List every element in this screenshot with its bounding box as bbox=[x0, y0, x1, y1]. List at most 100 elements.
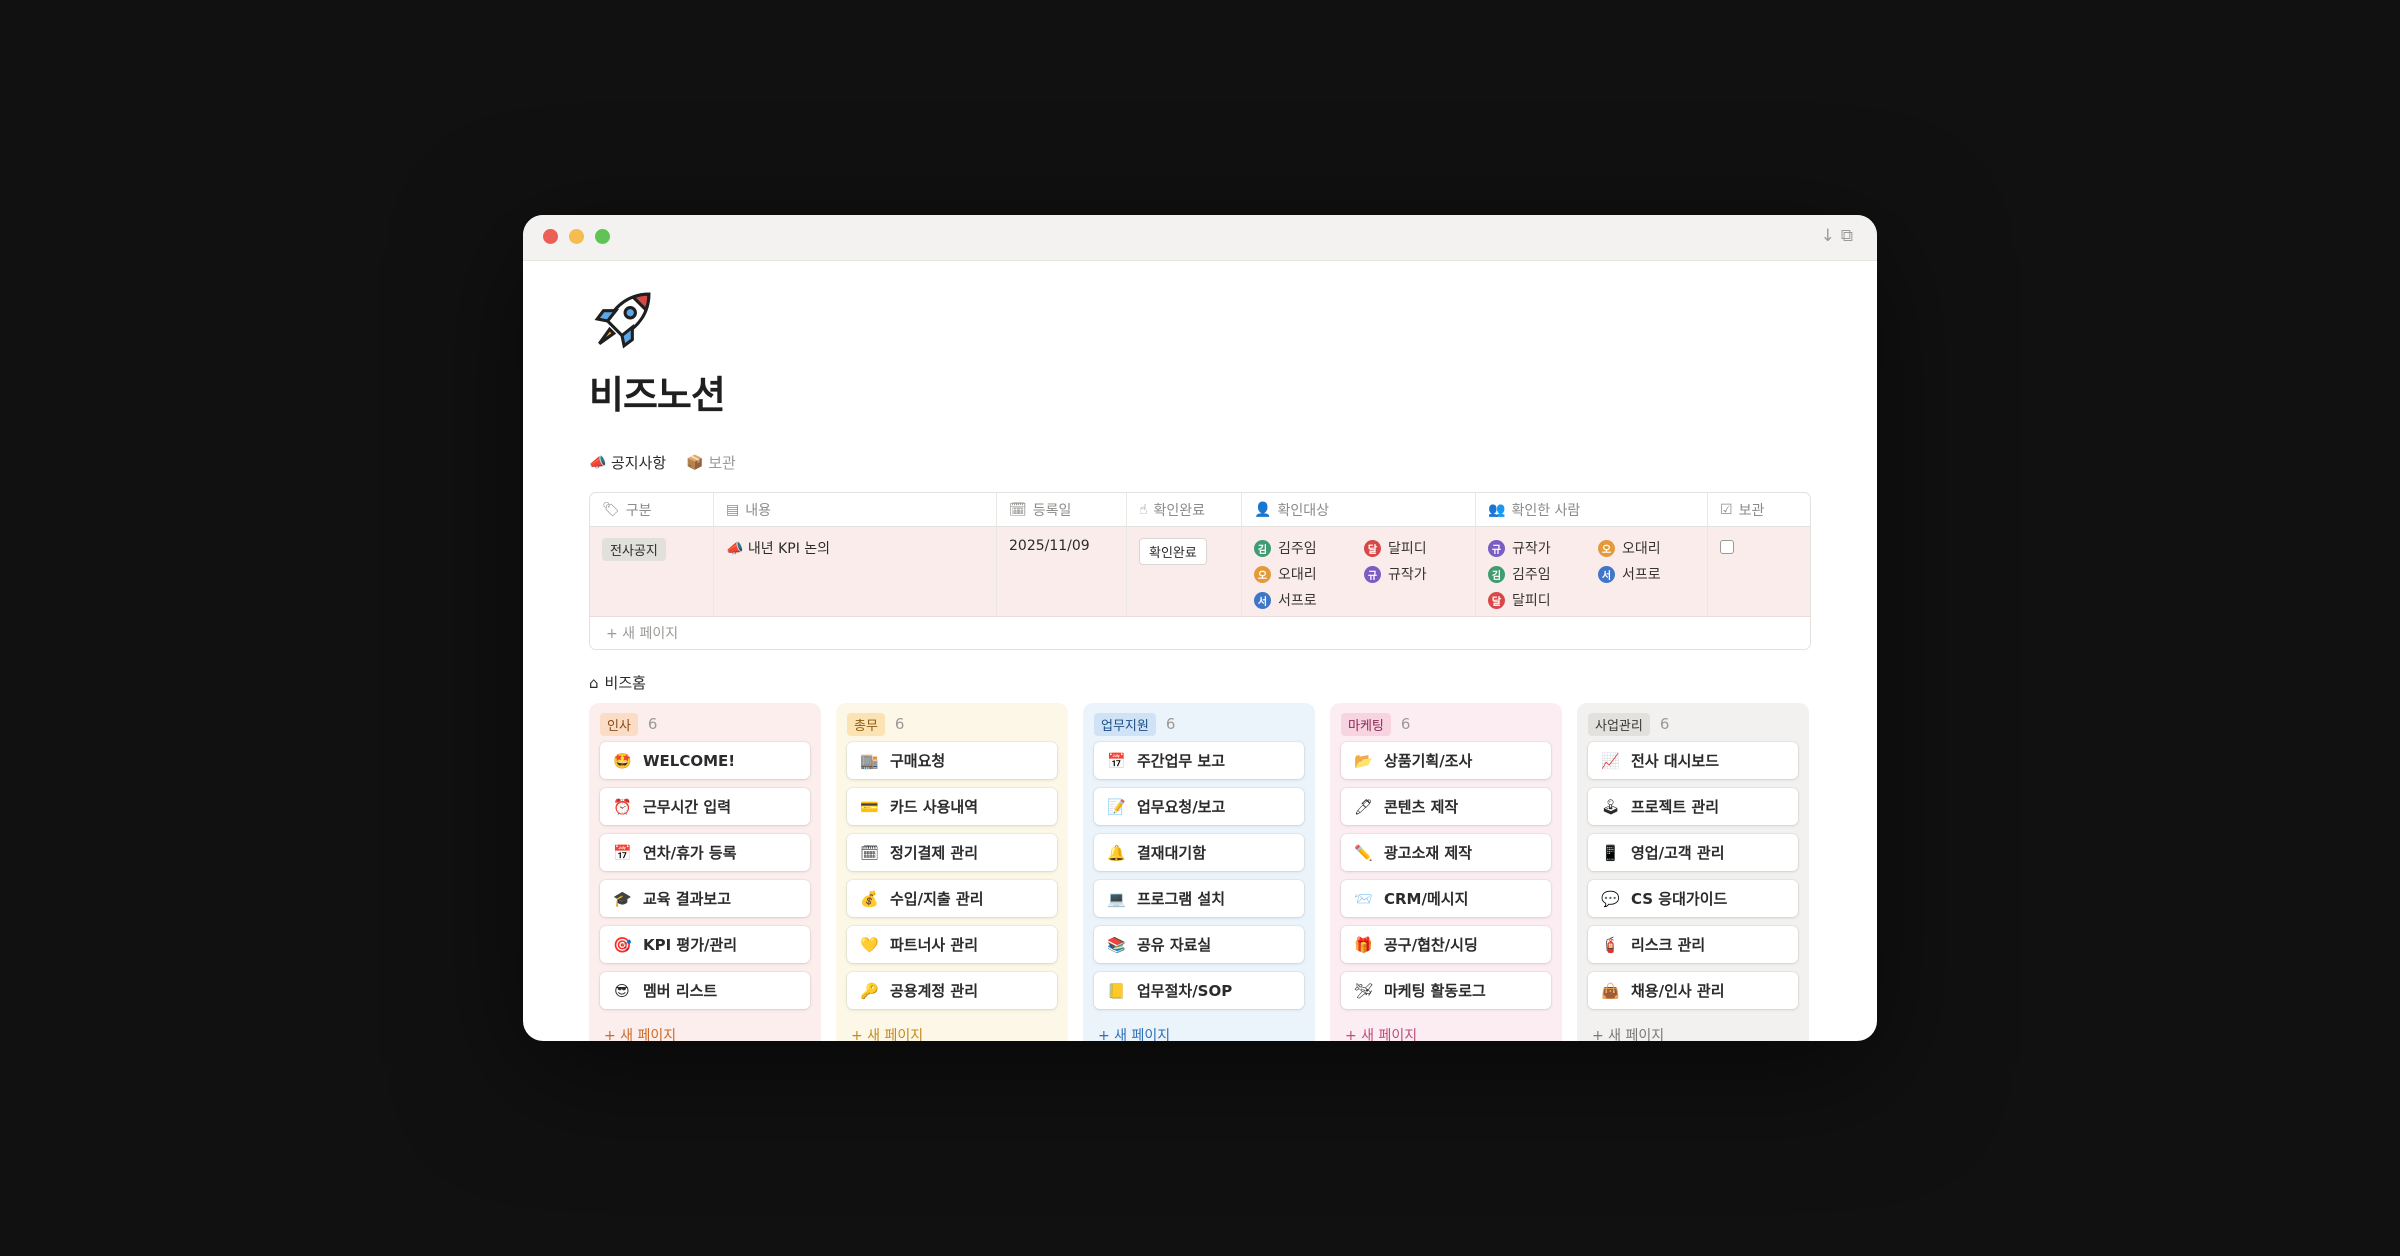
card-label: 근무시간 입력 bbox=[643, 798, 732, 816]
person-name: 서프로 bbox=[1622, 567, 1661, 583]
card-icon: 🤩 bbox=[613, 751, 632, 770]
board-card[interactable]: 🎓 교육 결과보고 bbox=[600, 880, 810, 917]
board-card[interactable]: 🎁 공구/협찬/시딩 bbox=[1341, 926, 1551, 963]
archive-checkbox[interactable] bbox=[1720, 540, 1734, 554]
person-name: 오대리 bbox=[1622, 541, 1661, 557]
column-count: 6 bbox=[1165, 715, 1176, 733]
col-header-archive[interactable]: ☑ 보관 bbox=[1708, 493, 1810, 526]
card-label: 채용/인사 관리 bbox=[1631, 982, 1725, 1000]
board-card[interactable]: 👜 채용/인사 관리 bbox=[1588, 972, 1798, 1009]
person-chip[interactable]: 달 달피디 bbox=[1364, 538, 1474, 558]
column-tag[interactable]: 인사 bbox=[600, 712, 638, 736]
person-chip[interactable]: 김 김주임 bbox=[1488, 564, 1598, 584]
board-card[interactable]: 💰 수입/지출 관리 bbox=[847, 880, 1057, 917]
download-icon[interactable]: ↓ bbox=[1821, 226, 1835, 246]
person-chip[interactable]: 오 오대리 bbox=[1598, 538, 1708, 558]
card-icon: 📒 bbox=[1107, 981, 1126, 1000]
card-label: 정기결제 관리 bbox=[890, 844, 979, 862]
card-icon: 📅 bbox=[1107, 751, 1126, 770]
board-card[interactable]: 📅 주간업무 보고 bbox=[1094, 742, 1304, 779]
person-name: 김주임 bbox=[1512, 567, 1551, 583]
board-card[interactable]: 🔔 결재대기함 bbox=[1094, 834, 1304, 871]
cell-content[interactable]: 📣 내년 KPI 논의 bbox=[714, 527, 997, 616]
card-label: 공구/협찬/시딩 bbox=[1384, 936, 1478, 954]
card-label: 교육 결과보고 bbox=[643, 890, 732, 908]
board-card[interactable]: 📈 전사 대시보드 bbox=[1588, 742, 1798, 779]
new-page-button[interactable]: + 새 페이지 bbox=[851, 1025, 923, 1041]
card-label: 주간업무 보고 bbox=[1137, 752, 1226, 770]
board-card[interactable]: 🕹 프로젝트 관리 bbox=[1588, 788, 1798, 825]
board-card[interactable]: 🧯 리스크 관리 bbox=[1588, 926, 1798, 963]
card-label: 멤버 리스트 bbox=[643, 982, 718, 1000]
board-card[interactable]: 📨 CRM/메시지 bbox=[1341, 880, 1551, 917]
new-page-button[interactable]: + 새 페이지 bbox=[1592, 1025, 1664, 1041]
home-icon: ⌂ bbox=[589, 673, 599, 692]
new-page-button[interactable]: + 새 페이지 bbox=[1098, 1025, 1170, 1041]
confirm-button[interactable]: 확인완료 bbox=[1139, 538, 1207, 565]
board-card[interactable]: 😎 멤버 리스트 bbox=[600, 972, 810, 1009]
board-card[interactable]: 📒 업무절차/SOP bbox=[1094, 972, 1304, 1009]
board-card[interactable]: 📱 영업/고객 관리 bbox=[1588, 834, 1798, 871]
column-tag[interactable]: 마케팅 bbox=[1341, 712, 1391, 736]
person-chip[interactable]: 달 달피디 bbox=[1488, 590, 1598, 610]
close-window-button[interactable] bbox=[543, 229, 558, 244]
board-card[interactable]: 🗓 정기결제 관리 bbox=[847, 834, 1057, 871]
notice-table: 🏷 구분 ▤ 내용 🗓 등록일 ☝ 확인완료 👤 확인대상 👥 확인한 사람 ☑ 보관 전사공… bbox=[589, 492, 1811, 650]
tab-archive[interactable]: 📦 보관 bbox=[686, 452, 736, 473]
new-page-button[interactable]: + 새 페이지 bbox=[590, 617, 1810, 649]
board-card[interactable]: 🔑 공용계정 관리 bbox=[847, 972, 1057, 1009]
board-card[interactable]: 🎯 KPI 평가/관리 bbox=[600, 926, 810, 963]
col-header-content[interactable]: ▤ 내용 bbox=[714, 493, 997, 526]
col-header-category[interactable]: 🏷 구분 bbox=[590, 493, 714, 526]
board-card[interactable]: ✏️ 광고소재 제작 bbox=[1341, 834, 1551, 871]
person-chip[interactable]: 규 규작가 bbox=[1364, 564, 1474, 584]
board-card[interactable]: 📂 상품기획/조사 bbox=[1341, 742, 1551, 779]
board-card[interactable]: 📅 연차/휴가 등록 bbox=[600, 834, 810, 871]
board-card[interactable]: 💛 파트너사 관리 bbox=[847, 926, 1057, 963]
column-tag[interactable]: 총무 bbox=[847, 712, 885, 736]
board-card[interactable]: 🖊 콘텐츠 제작 bbox=[1341, 788, 1551, 825]
app-window: ↓ ⧉ 비즈노션 📣 공지사항 📦 보관 🏷 구분 ▤ 내용 🗓 등록일 ☝ 확… bbox=[523, 215, 1877, 1041]
board-card[interactable]: 💬 CS 응대가이드 bbox=[1588, 880, 1798, 917]
column-tag[interactable]: 사업관리 bbox=[1588, 712, 1650, 736]
board-column: 사업관리 6 📈 전사 대시보드 🕹 프로젝트 관리 📱 영업/고객 관리 💬 CS 응대가이드 🧯… bbox=[1577, 703, 1809, 1041]
card-label: 콘텐츠 제작 bbox=[1384, 798, 1459, 816]
person-chip[interactable]: 김 김주임 bbox=[1254, 538, 1364, 558]
card-label: 업무절차/SOP bbox=[1137, 982, 1233, 1000]
cell-confirm: 확인완료 bbox=[1127, 527, 1242, 616]
person-chip[interactable]: 규 규작가 bbox=[1488, 538, 1598, 558]
cursor-icon: ☝ bbox=[1139, 501, 1148, 518]
board-card[interactable]: 💻 프로그램 설치 bbox=[1094, 880, 1304, 917]
person-chip[interactable]: 서 서프로 bbox=[1598, 564, 1708, 584]
notice-title[interactable]: 내년 KPI 논의 bbox=[748, 541, 830, 557]
col-header-targets[interactable]: 👤 확인대상 bbox=[1242, 493, 1476, 526]
board-card[interactable]: 📚 공유 자료실 bbox=[1094, 926, 1304, 963]
new-page-button[interactable]: + 새 페이지 bbox=[604, 1025, 676, 1041]
duplicate-icon[interactable]: ⧉ bbox=[1841, 226, 1853, 246]
board-card[interactable]: 🤩 WELCOME! bbox=[600, 742, 810, 779]
board-card[interactable]: 🏬 구매요청 bbox=[847, 742, 1057, 779]
column-header: 마케팅 6 bbox=[1341, 712, 1551, 736]
person-name: 규작가 bbox=[1388, 567, 1427, 583]
board-card[interactable]: 💳 카드 사용내역 bbox=[847, 788, 1057, 825]
person-chip[interactable]: 서 서프로 bbox=[1254, 590, 1364, 610]
column-tag[interactable]: 업무지원 bbox=[1094, 712, 1156, 736]
col-header-date[interactable]: 🗓 등록일 bbox=[997, 493, 1127, 526]
person-chip[interactable]: 오 오대리 bbox=[1254, 564, 1364, 584]
table-row[interactable]: 전사공지 📣 내년 KPI 논의 2025/11/09 확인완료 김 김주임 달 달피… bbox=[590, 527, 1810, 617]
board-card[interactable]: 📝 업무요청/보고 bbox=[1094, 788, 1304, 825]
person-name: 규작가 bbox=[1512, 541, 1551, 557]
new-page-button[interactable]: + 새 페이지 bbox=[1345, 1025, 1417, 1041]
col-header-confirmed-by[interactable]: 👥 확인한 사람 bbox=[1476, 493, 1708, 526]
column-header: 사업관리 6 bbox=[1588, 712, 1798, 736]
col-header-confirm[interactable]: ☝ 확인완료 bbox=[1127, 493, 1242, 526]
zoom-window-button[interactable] bbox=[595, 229, 610, 244]
board-card[interactable]: ⏰ 근무시간 입력 bbox=[600, 788, 810, 825]
avatar: 규 bbox=[1488, 539, 1505, 557]
calendar-icon: 🗓 bbox=[1009, 501, 1027, 518]
person-name: 서프로 bbox=[1278, 593, 1317, 609]
minimize-window-button[interactable] bbox=[569, 229, 584, 244]
card-icon: 📂 bbox=[1354, 751, 1373, 770]
board-card[interactable]: 🛩 마케팅 활동로그 bbox=[1341, 972, 1551, 1009]
tab-notice[interactable]: 📣 공지사항 bbox=[589, 452, 666, 473]
